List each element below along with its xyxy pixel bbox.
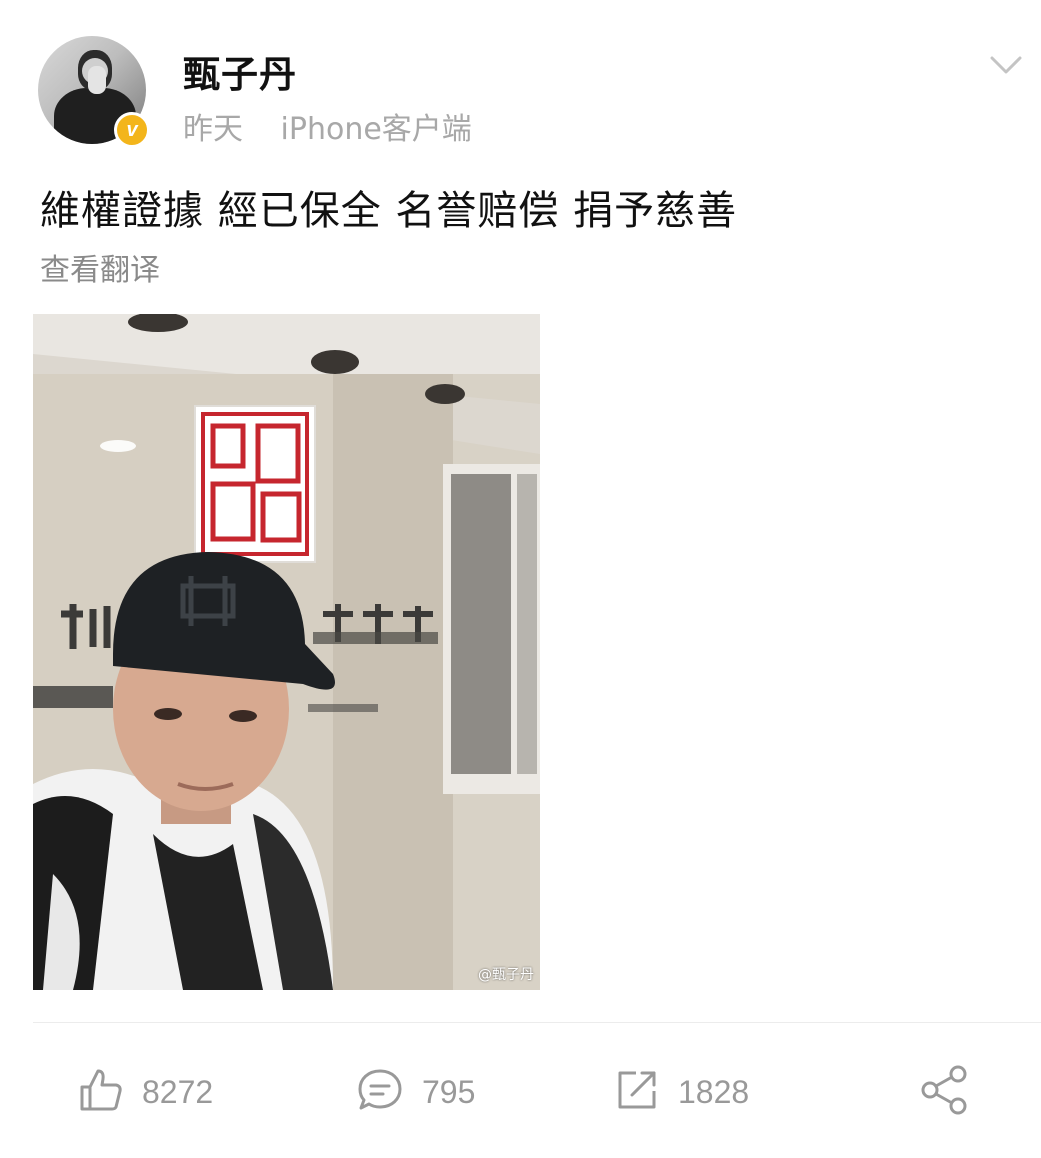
post-image[interactable]: @甄子丹 bbox=[33, 314, 540, 990]
repost-icon bbox=[614, 1067, 660, 1117]
chevron-down-icon[interactable] bbox=[988, 52, 1024, 80]
repost-button[interactable]: 1828 bbox=[614, 1064, 749, 1120]
translate-link[interactable]: 查看翻译 bbox=[40, 245, 160, 289]
username[interactable]: 甄子丹 bbox=[183, 44, 297, 98]
like-button[interactable]: 8272 bbox=[78, 1064, 213, 1120]
divider bbox=[33, 1022, 1041, 1023]
share-button[interactable] bbox=[918, 1064, 970, 1120]
like-count: 8272 bbox=[142, 1073, 214, 1110]
comment-button[interactable]: 795 bbox=[356, 1064, 475, 1120]
post-time: 昨天 bbox=[183, 112, 243, 147]
comment-icon bbox=[356, 1067, 404, 1117]
post-meta: 昨天 iPhone客户端 bbox=[183, 104, 472, 148]
post-text: 維權證據 經已保全 名誉赔偿 捐予慈善 bbox=[40, 188, 738, 234]
verified-badge-icon: v bbox=[114, 112, 150, 148]
share-icon bbox=[918, 1064, 970, 1120]
image-watermark: @甄子丹 bbox=[478, 967, 534, 983]
thumbs-up-icon bbox=[78, 1067, 124, 1117]
repost-count: 1828 bbox=[678, 1073, 750, 1110]
post-source: iPhone客户端 bbox=[280, 112, 472, 147]
comment-count: 795 bbox=[422, 1073, 476, 1110]
weibo-post: v 甄子丹 昨天 iPhone客户端 維權證據 經已保全 名誉赔偿 捐予慈善 查… bbox=[0, 0, 1041, 1158]
